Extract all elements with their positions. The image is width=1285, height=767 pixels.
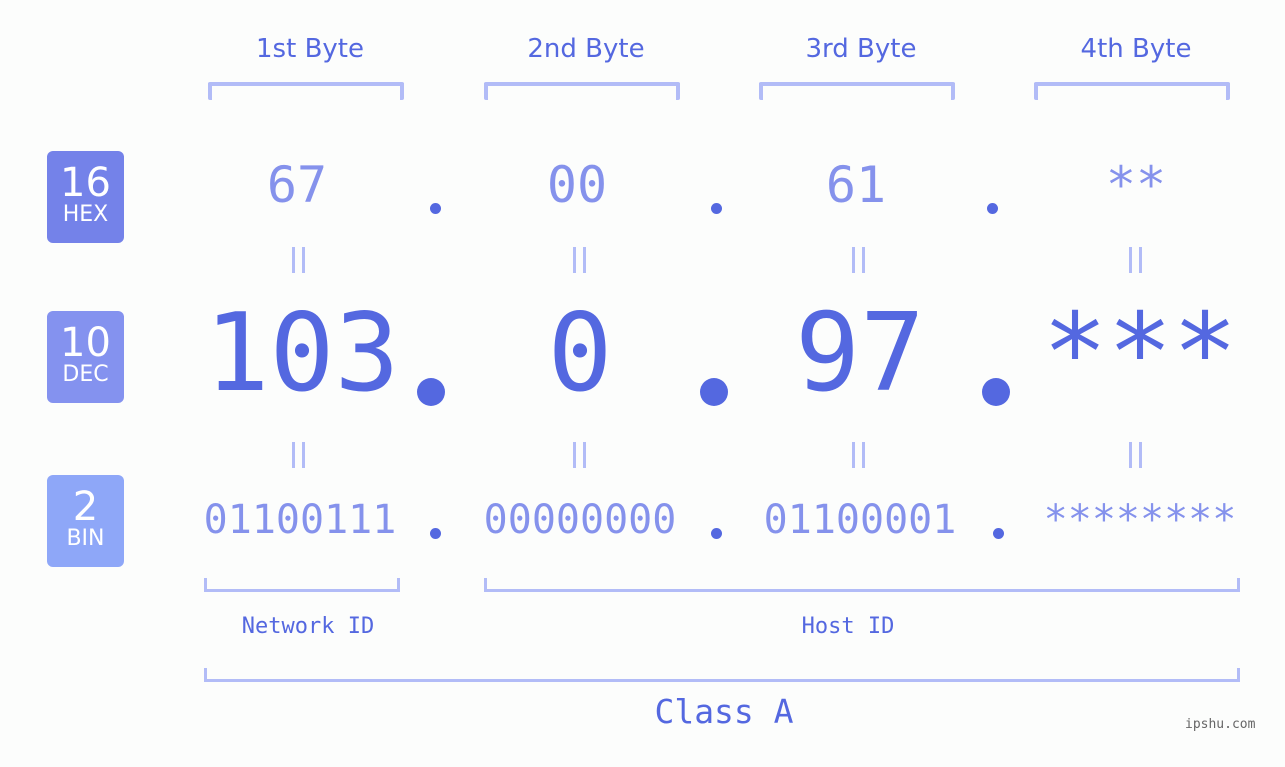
equals-icon: [1129, 247, 1142, 273]
dec-badge: 10 DEC: [47, 311, 124, 403]
bin-byte-2: 00000000: [483, 497, 677, 543]
byte-bracket-3: [759, 82, 955, 100]
bin-badge: 2 BIN: [47, 475, 124, 567]
bin-badge-label: BIN: [66, 526, 105, 551]
byte-header-1: 1st Byte: [256, 34, 364, 64]
hex-byte-2: 00: [546, 156, 608, 214]
hex-badge: 16 HEX: [47, 151, 124, 243]
network-id-label: Network ID: [241, 614, 375, 639]
byte-header-4: 4th Byte: [1080, 34, 1192, 64]
byte-bracket-4: [1034, 82, 1230, 100]
host-id-bracket: [484, 578, 1240, 592]
dec-byte-3: 97: [794, 291, 926, 416]
bin-separator-dot: [711, 528, 722, 539]
hex-badge-number: 16: [60, 160, 111, 206]
dec-badge-label: DEC: [62, 362, 109, 387]
hex-badge-label: HEX: [62, 202, 109, 227]
dec-badge-number: 10: [60, 320, 111, 366]
hex-byte-3: 61: [825, 156, 887, 214]
watermark: ipshu.com: [1185, 717, 1256, 732]
equals-icon: [292, 247, 305, 273]
bin-badge-number: 2: [72, 484, 99, 530]
dec-separator-dot: [700, 378, 728, 406]
equals-icon: [573, 247, 586, 273]
hex-separator-dot: [430, 203, 441, 214]
class-label: Class A: [654, 692, 794, 731]
byte-bracket-2: [484, 82, 680, 100]
byte-header-2: 2nd Byte: [527, 34, 645, 64]
dec-byte-4: ***: [1042, 291, 1238, 416]
equals-icon: [852, 442, 865, 468]
dec-byte-1: 103: [204, 291, 400, 416]
equals-icon: [852, 247, 865, 273]
bin-byte-3: 01100001: [763, 497, 957, 543]
equals-icon: [292, 442, 305, 468]
hex-byte-1: 67: [266, 156, 328, 214]
equals-icon: [1129, 442, 1142, 468]
bin-byte-4: ********: [1043, 497, 1237, 543]
bin-separator-dot: [993, 528, 1004, 539]
dec-separator-dot: [982, 378, 1010, 406]
bin-byte-1: 01100111: [203, 497, 397, 543]
equals-icon: [573, 442, 586, 468]
hex-separator-dot: [987, 203, 998, 214]
dec-separator-dot: [417, 378, 445, 406]
host-id-label: Host ID: [801, 614, 895, 639]
byte-bracket-1: [208, 82, 404, 100]
byte-header-3: 3rd Byte: [805, 34, 917, 64]
hex-byte-4: **: [1105, 156, 1167, 214]
class-bracket: [204, 668, 1240, 682]
network-id-bracket: [204, 578, 400, 592]
hex-separator-dot: [711, 203, 722, 214]
bin-separator-dot: [430, 528, 441, 539]
dec-byte-2: 0: [547, 291, 613, 416]
